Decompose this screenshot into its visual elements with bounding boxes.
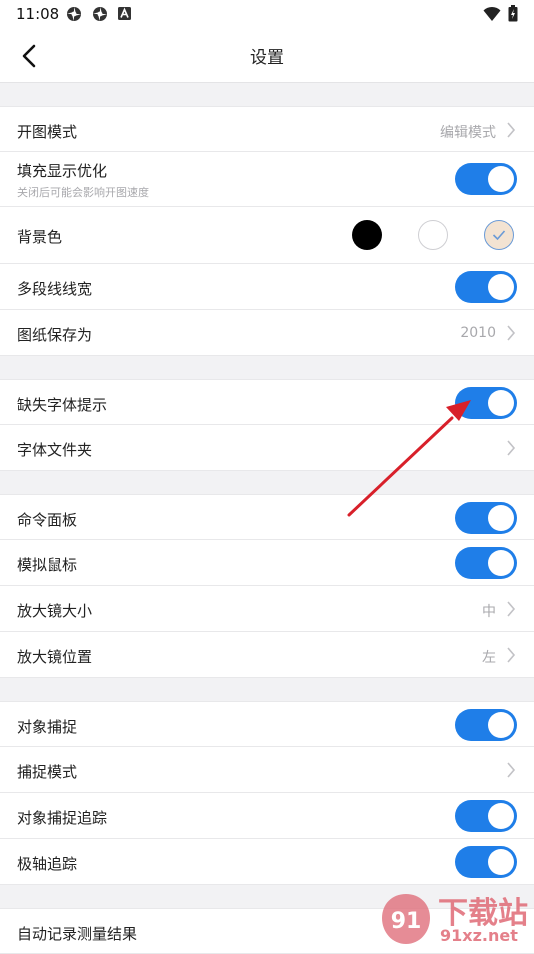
row-label: 对象捕捉追踪 [17, 809, 108, 827]
missing-font-toggle[interactable] [455, 387, 517, 419]
toggle-knob [488, 803, 514, 829]
object-snap-tracking-toggle[interactable] [455, 800, 517, 832]
wifi-icon [483, 6, 501, 21]
toggle-knob [488, 550, 514, 576]
font-folder-row[interactable]: 字体文件夹 [0, 425, 534, 471]
toggle-knob [488, 849, 514, 875]
row-label: 对象捕捉 [17, 718, 78, 736]
fill-display-optimization-row: 填充显示优化 关闭后可能会影响开图速度 [0, 152, 534, 207]
app-header: 设置 [0, 28, 534, 83]
watermark: 91 下载站 91xz.net [380, 886, 534, 950]
row-label: 背景色 [17, 228, 63, 246]
toggle-knob [488, 166, 514, 192]
open-mode-row[interactable]: 开图模式 编辑模式 [0, 106, 534, 152]
row-subtitle: 关闭后可能会影响开图速度 [17, 186, 149, 199]
row-value: 左 [482, 650, 496, 666]
command-panel-row: 命令面板 [0, 494, 534, 540]
simulate-mouse-toggle[interactable] [455, 547, 517, 579]
watermark-logo: 91 [382, 894, 430, 944]
chevron-right-icon [507, 440, 516, 456]
missing-font-prompt-row: 缺失字体提示 [0, 379, 534, 425]
row-label: 命令面板 [17, 511, 78, 529]
save-drawing-as-row[interactable]: 图纸保存为 2010 [0, 310, 534, 356]
black-swatch[interactable] [352, 220, 382, 250]
status-bar: 11:08 [0, 0, 534, 28]
row-label: 填充显示优化 [17, 162, 108, 180]
toggle-knob [488, 712, 514, 738]
status-time: 11:08 [16, 5, 60, 23]
row-label: 图纸保存为 [17, 326, 93, 344]
chevron-right-icon [507, 647, 516, 663]
row-value: 编辑模式 [440, 125, 496, 141]
white-swatch[interactable] [418, 220, 448, 250]
polar-tracking-row: 极轴追踪 [0, 839, 534, 885]
toggle-knob [488, 274, 514, 300]
app-notification-icon [67, 7, 81, 21]
row-label: 极轴追踪 [17, 855, 78, 873]
background-color-row: 背景色 [0, 207, 534, 264]
app-notification-icon [93, 7, 107, 21]
row-label: 捕捉模式 [17, 763, 78, 781]
row-value: 2010 [460, 325, 496, 341]
chevron-right-icon [507, 762, 516, 778]
row-label: 字体文件夹 [17, 441, 93, 459]
object-snap-tracking-row: 对象捕捉追踪 [0, 793, 534, 839]
magnifier-position-row[interactable]: 放大镜位置 左 [0, 632, 534, 678]
polyline-width-row: 多段线线宽 [0, 264, 534, 310]
row-label: 多段线线宽 [17, 280, 93, 298]
snap-mode-row[interactable]: 捕捉模式 [0, 747, 534, 793]
row-label: 缺失字体提示 [17, 396, 108, 414]
polar-tracking-toggle[interactable] [455, 846, 517, 878]
row-label: 开图模式 [17, 123, 78, 141]
chevron-right-icon [507, 122, 516, 138]
battery-icon [508, 5, 518, 22]
magnifier-size-row[interactable]: 放大镜大小 中 [0, 586, 534, 632]
page-title: 设置 [250, 48, 284, 68]
chevron-right-icon [507, 601, 516, 617]
command-panel-toggle[interactable] [455, 502, 517, 534]
row-label: 模拟鼠标 [17, 556, 78, 574]
simulate-mouse-row: 模拟鼠标 [0, 540, 534, 586]
toggle-knob [488, 390, 514, 416]
row-label: 自动记录测量结果 [17, 925, 138, 943]
row-label: 放大镜大小 [17, 602, 93, 620]
row-label: 放大镜位置 [17, 648, 93, 666]
object-snap-row: 对象捕捉 [0, 701, 534, 747]
toggle-knob [488, 505, 514, 531]
object-snap-toggle[interactable] [455, 709, 517, 741]
watermark-domain-text: 91xz.net [440, 926, 518, 945]
beige-swatch-selected[interactable] [484, 220, 514, 250]
watermark-logo-text: 91 [391, 909, 422, 934]
a-notification-icon [118, 7, 131, 20]
checkmark-icon [492, 230, 506, 241]
row-value: 中 [482, 604, 496, 620]
chevron-right-icon [507, 325, 516, 341]
polyline-width-toggle[interactable] [455, 271, 517, 303]
fill-display-toggle[interactable] [455, 163, 517, 195]
